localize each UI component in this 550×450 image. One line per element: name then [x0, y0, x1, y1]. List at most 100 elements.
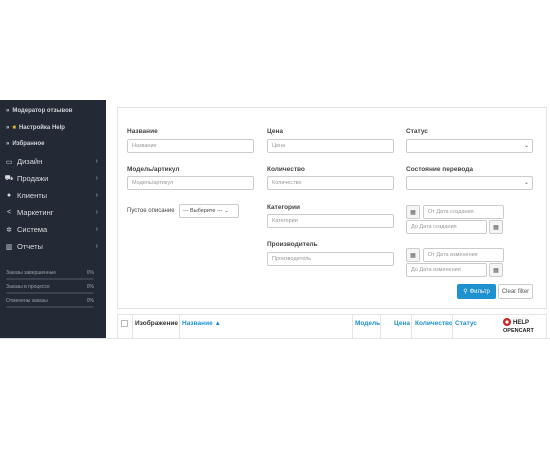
translation-status-label: Состояние перевода: [406, 166, 473, 173]
date-modified-to-placeholder: До Дата изменения: [411, 267, 461, 273]
column-divider: [380, 314, 381, 338]
column-divider: [132, 314, 133, 338]
categories-input[interactable]: Категории: [267, 214, 394, 228]
progress-bar: [6, 278, 94, 280]
stat-label: Отменены заказы: [6, 298, 48, 304]
quantity-input[interactable]: Количество: [267, 176, 394, 190]
sidebar-item-design[interactable]: ▭ Дизайн ›: [0, 153, 106, 170]
share-icon: <: [6, 209, 12, 216]
date-created-from-placeholder: От Дата создания: [428, 209, 474, 215]
column-divider: [352, 314, 353, 338]
column-divider: [411, 314, 412, 338]
translation-status-select[interactable]: ⌄: [406, 176, 533, 190]
sidebar-item-marketing[interactable]: < Маркетинг ›: [0, 204, 106, 221]
monitor-icon: ▭: [5, 158, 13, 166]
chevron-down-icon: ⌄: [523, 180, 529, 186]
chevron-right-icon: ›: [95, 209, 98, 216]
filter-button-label: Фильтр: [469, 288, 490, 295]
price-placeholder: Цена: [272, 143, 286, 149]
sidebar-item-system[interactable]: ✲ Система ›: [0, 221, 106, 238]
sidebar-subitem-reviews[interactable]: » Модератор отзывов: [6, 105, 72, 117]
chevron-right-icon: »: [6, 108, 10, 114]
sidebar-item-label: Система: [17, 225, 48, 234]
chevron-down-icon: ⌄: [224, 208, 229, 214]
sidebar-subitem-label: Избранное: [12, 141, 45, 147]
clear-filter-label: Clear filter: [501, 288, 530, 295]
empty-description-label: Пустое описание: [127, 208, 175, 214]
name-input[interactable]: Название: [127, 139, 254, 153]
cart-icon: ⛟: [4, 175, 14, 182]
sidebar-subitem-label: Настройка Help: [18, 125, 65, 131]
chevron-down-icon: ⌄: [523, 143, 529, 149]
progress-bar: [6, 306, 94, 308]
column-header-name[interactable]: Название ▲: [182, 320, 221, 327]
stat-orders-processing: Заказы в процессе 0%: [6, 284, 94, 294]
sidebar-subitem-favorites[interactable]: » Избранное: [6, 138, 44, 150]
date-modified-from-input[interactable]: От Дата изменения: [423, 248, 504, 262]
column-divider: [179, 314, 180, 338]
date-created-to-input[interactable]: До Дата создания: [406, 220, 487, 234]
user-icon: ●: [6, 192, 12, 199]
status-select[interactable]: ⌄: [406, 139, 533, 153]
sidebar: » Модератор отзывов » ■ Настройка Help »…: [0, 100, 106, 338]
date-created-from-input[interactable]: От Дата создания: [423, 205, 504, 219]
sidebar-subitem-label: Модератор отзывов: [12, 108, 73, 114]
quantity-placeholder: Количество: [272, 180, 302, 186]
chevron-right-icon: »: [6, 125, 10, 131]
stat-orders-cancelled: Отменены заказы 0%: [6, 298, 94, 308]
chevron-right-icon: ›: [95, 158, 98, 165]
folder-icon: ■: [12, 125, 16, 131]
calendar-icon[interactable]: ▦: [489, 263, 503, 277]
select-all-checkbox[interactable]: [121, 320, 128, 327]
empty-description-select[interactable]: --- Выберите --- ⌄: [179, 204, 239, 218]
chevron-right-icon: ›: [95, 226, 98, 233]
stat-orders-complete: Заказы завершенные 0%: [6, 270, 94, 280]
quantity-label: Количество: [267, 166, 305, 173]
search-icon: ⚲: [463, 289, 468, 295]
empty-description-value: --- Выберите ---: [183, 208, 223, 214]
column-header-quantity[interactable]: Количество: [415, 320, 453, 327]
manufacturer-placeholder: Производитель: [272, 256, 312, 262]
calendar-icon[interactable]: ▦: [406, 248, 420, 262]
column-header-price[interactable]: Цена: [394, 320, 410, 327]
stat-value: 0%: [86, 298, 94, 304]
column-header-model[interactable]: Модель: [355, 320, 380, 327]
column-divider: [452, 314, 453, 338]
sidebar-subitem-help[interactable]: » ■ Настройка Help: [6, 122, 65, 134]
sidebar-item-label: Продажи: [17, 174, 49, 183]
stat-label: Заказы в процессе: [6, 284, 50, 290]
help-opencart-logo: HELP OPENCART: [503, 318, 535, 334]
column-header-image: Изображение: [135, 320, 178, 327]
price-input[interactable]: Цена: [267, 139, 394, 153]
calendar-icon[interactable]: ▦: [406, 205, 420, 219]
sidebar-item-sales[interactable]: ⛟ Продажи ›: [0, 170, 106, 187]
sidebar-item-label: Маркетинг: [17, 208, 54, 217]
chevron-right-icon: ›: [95, 175, 98, 182]
calendar-icon[interactable]: ▦: [489, 220, 503, 234]
manufacturer-input[interactable]: Производитель: [267, 252, 394, 266]
clear-filter-button[interactable]: Clear filter: [498, 284, 533, 299]
model-input[interactable]: Модель/артикул: [127, 176, 254, 190]
content-bottom-edge: [0, 338, 550, 339]
chevron-right-icon: ›: [95, 192, 98, 199]
model-placeholder: Модель/артикул: [132, 180, 174, 186]
sidebar-item-customers[interactable]: ● Клиенты ›: [0, 187, 106, 204]
column-header-status[interactable]: Статус: [455, 320, 477, 327]
stat-label: Заказы завершенные: [6, 270, 57, 276]
filter-button[interactable]: ⚲ Фильтр: [457, 284, 496, 299]
model-label: Модель/артикул: [127, 166, 180, 173]
chevron-right-icon: »: [6, 141, 10, 147]
sidebar-item-label: Дизайн: [17, 157, 43, 166]
stat-value: 0%: [86, 284, 94, 290]
name-placeholder: Название: [132, 143, 157, 149]
top-area: [0, 0, 550, 100]
date-modified-to-input[interactable]: До Дата изменения: [406, 263, 487, 277]
sidebar-item-reports[interactable]: ▥ Отчеты ›: [0, 238, 106, 255]
chevron-right-icon: ›: [95, 243, 98, 250]
logo-text-line2: OPENCART: [503, 328, 535, 334]
logo-mark-center: [505, 320, 509, 324]
date-created-to-placeholder: До Дата создания: [411, 224, 457, 230]
status-label: Статус: [406, 128, 428, 135]
categories-placeholder: Категории: [272, 218, 298, 224]
manufacturer-label: Производитель: [267, 241, 318, 248]
